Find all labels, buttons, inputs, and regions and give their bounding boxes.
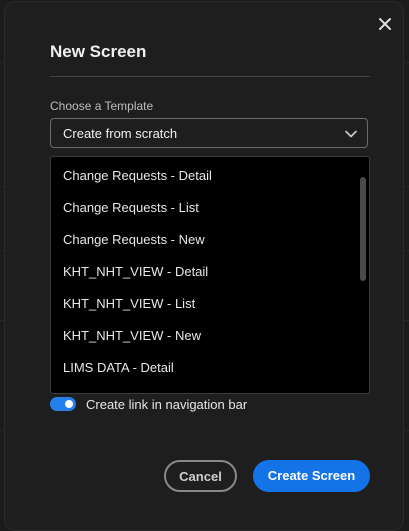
close-button[interactable] <box>376 15 394 33</box>
dropdown-scrollbar[interactable] <box>360 161 366 389</box>
create-screen-button[interactable]: Create Screen <box>253 460 370 492</box>
dialog-title: New Screen <box>50 42 147 61</box>
close-icon <box>379 18 391 30</box>
toggle-knob <box>65 400 73 408</box>
template-select[interactable]: Create from scratch <box>50 118 368 148</box>
cancel-button[interactable]: Cancel <box>164 460 237 492</box>
title-divider <box>50 76 370 77</box>
template-option-kht-nht-view-new[interactable]: KHT_NHT_VIEW - New <box>63 328 201 343</box>
template-option-change-requests-new[interactable]: Change Requests - New <box>63 232 205 247</box>
new-screen-dialog: New Screen Choose a Template Create from… <box>5 2 403 530</box>
template-dropdown-list: Change Requests - Detail Change Requests… <box>50 156 370 394</box>
template-selected-value: Create from scratch <box>63 126 178 141</box>
template-option-change-requests-list[interactable]: Change Requests - List <box>63 200 199 215</box>
scrollbar-thumb[interactable] <box>360 177 366 281</box>
template-option-lims-data-detail[interactable]: LIMS DATA - Detail <box>63 360 174 375</box>
template-option-kht-nht-view-list[interactable]: KHT_NHT_VIEW - List <box>63 296 195 311</box>
template-label: Choose a Template <box>50 99 154 113</box>
chevron-down-icon <box>345 130 357 138</box>
nav-link-toggle-label[interactable]: Create link in navigation bar <box>86 397 247 412</box>
template-option-kht-nht-view-detail[interactable]: KHT_NHT_VIEW - Detail <box>63 264 208 279</box>
template-option-change-requests-detail[interactable]: Change Requests - Detail <box>63 168 212 183</box>
nav-link-toggle[interactable] <box>50 397 76 411</box>
